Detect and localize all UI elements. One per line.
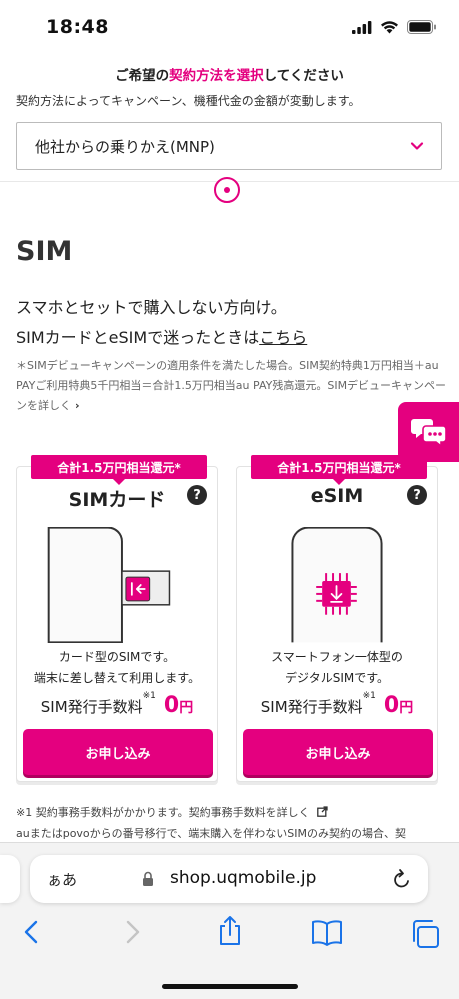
- card-desc-line2: 端末に差し替えて利用します。: [33, 671, 201, 685]
- chevron-right-icon: ›: [75, 399, 80, 412]
- battery-icon: [407, 20, 436, 34]
- section-desc-line2: SIMカードとeSIMで迷ったときはこちら: [16, 324, 307, 348]
- footnote-povo: auまたはpovoからの番号移行で、端末購入を伴わないSIMのみ契約の場合、契: [16, 827, 406, 840]
- contract-heading-pre: ご希望の: [115, 68, 170, 84]
- status-time: 18:48: [46, 16, 109, 38]
- tabs-icon[interactable]: [410, 919, 440, 949]
- contract-subtitle: 契約方法によってキャンペーン、機種代金の金額が変動します。: [16, 94, 361, 108]
- issuance-fee: SIM発行手数料※1 0円: [17, 691, 217, 718]
- compare-link[interactable]: こちら: [259, 328, 307, 347]
- chevron-down-icon: [410, 142, 424, 150]
- browser-chrome: ぁあ shop.uqmobile.jp: [0, 842, 459, 999]
- external-link-icon: [317, 806, 328, 817]
- card-description: スマートフォン一体型の デジタルSIMです。: [237, 647, 437, 689]
- fee-footnote-mark: ※1: [362, 691, 376, 701]
- help-icon[interactable]: ?: [187, 485, 207, 505]
- issuance-fee: SIM発行手数料※1 0円: [237, 691, 437, 718]
- chat-button[interactable]: [398, 402, 459, 462]
- fee-label: SIM発行手数料: [40, 698, 143, 716]
- sim-card-option: 合計1.5万円相当還元* SIMカード ? カード型のSIMです。 端末に差し替…: [16, 455, 218, 782]
- card-desc-line1: カード型のSIMです。: [58, 650, 176, 664]
- forward-icon[interactable]: [122, 919, 142, 945]
- footnote-fee-text: ※1 契約事務手数料がかかります。契約事務手数料を詳しく: [16, 806, 310, 819]
- esim-option: 合計1.5万円相当還元* eSIM ? スマートフォン一体型の デジタルSIMで…: [236, 455, 438, 782]
- fee-value: 0: [383, 693, 400, 718]
- fee-unit: 円: [179, 700, 194, 716]
- help-icon[interactable]: ?: [407, 485, 427, 505]
- previous-tab-handle[interactable]: [0, 855, 20, 903]
- status-icons: [352, 20, 437, 34]
- back-icon[interactable]: [22, 919, 42, 945]
- fee-unit: 円: [399, 700, 414, 716]
- section-desc-line2-text: SIMカードとeSIMで迷ったときは: [16, 328, 260, 347]
- cashback-badge: 合計1.5万円相当還元*: [251, 455, 427, 485]
- wifi-icon: [381, 21, 398, 34]
- status-bar: 18:48: [0, 0, 459, 58]
- contract-heading: ご希望の契約方法を選択してください: [0, 64, 459, 84]
- apply-esim-button[interactable]: お申し込み: [243, 729, 433, 775]
- contract-method-selected: 他社からの乗りかえ(MNP): [35, 137, 215, 156]
- address-bar[interactable]: ぁあ shop.uqmobile.jp: [30, 855, 428, 903]
- campaign-note[interactable]: ＊SIMデビューキャンペーンの適用条件を満たした場合。SIM契約特典1万円相当＋…: [16, 356, 448, 416]
- chat-icon: [410, 419, 447, 448]
- contract-method-select[interactable]: 他社からの乗りかえ(MNP): [16, 122, 442, 170]
- fee-footnote-mark: ※1: [142, 691, 156, 701]
- contract-heading-post: してください: [263, 68, 344, 84]
- browser-toolbar: [0, 916, 459, 949]
- campaign-note-text: ＊SIMデビューキャンペーンの適用条件を満たした場合。SIM契約特典1万円相当＋…: [16, 359, 447, 412]
- reload-icon[interactable]: [392, 868, 412, 890]
- sim-card-illustration-icon: [47, 527, 171, 643]
- step-indicator-icon: [214, 177, 240, 203]
- fee-value: 0: [163, 693, 180, 718]
- esim-illustration-icon: [291, 527, 383, 643]
- home-indicator: [162, 984, 298, 989]
- share-icon[interactable]: [216, 915, 244, 947]
- card-description: カード型のSIMです。 端末に差し替えて利用します。: [17, 647, 217, 689]
- section-desc-line1: スマホとセットで購入しない方向け。: [16, 298, 287, 317]
- cellular-signal-icon: [352, 20, 372, 34]
- fee-label: SIM発行手数料: [260, 698, 363, 716]
- lock-icon: [143, 871, 153, 886]
- apply-sim-card-button[interactable]: お申し込み: [23, 729, 213, 775]
- url-text: shop.uqmobile.jp: [170, 868, 317, 888]
- bookmarks-icon[interactable]: [310, 919, 344, 947]
- contract-heading-highlight: 契約方法を選択: [169, 68, 264, 84]
- footnote-fee[interactable]: ※1 契約事務手数料がかかります。契約事務手数料を詳しく: [16, 804, 328, 820]
- page-settings-button[interactable]: ぁあ: [47, 869, 77, 890]
- card-desc-line2: デジタルSIMです。: [284, 671, 390, 685]
- cashback-badge: 合計1.5万円相当還元*: [31, 455, 207, 485]
- section-title: SIM: [16, 236, 73, 267]
- card-desc-line1: スマートフォン一体型の: [271, 650, 403, 664]
